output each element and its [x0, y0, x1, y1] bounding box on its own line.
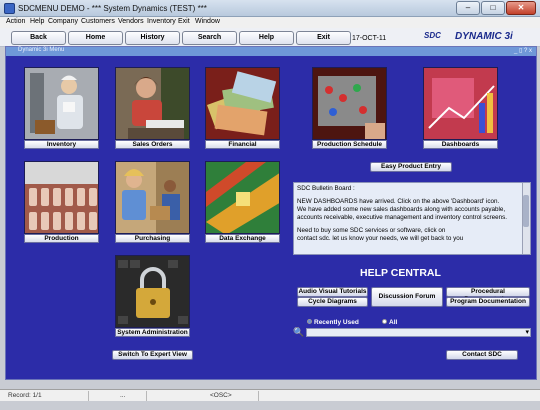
radio-dot: [307, 319, 312, 324]
menu-exit[interactable]: Exit: [178, 18, 190, 25]
money-icon: [206, 68, 279, 139]
exit-button[interactable]: Exit: [296, 31, 351, 45]
tile-label[interactable]: Financial: [205, 140, 280, 149]
subwindow-titlebar: Dynamic 3i Menu _ ▯ ? x: [6, 47, 536, 56]
dashboard-icon: [424, 68, 497, 139]
menu-inventory[interactable]: Inventory: [147, 18, 176, 25]
bulletin-scrollbar[interactable]: [522, 183, 530, 254]
current-date: 17-OCT-11: [352, 35, 387, 42]
cycle-diagrams-button[interactable]: Cycle Diagrams: [297, 297, 368, 307]
bulletin-line: Need to buy some SDC services or softwar…: [297, 227, 446, 234]
schedule-board-icon: [313, 68, 386, 139]
status-divider: [258, 391, 259, 401]
scroll-thumb[interactable]: [523, 195, 529, 227]
status-divider: [146, 391, 147, 401]
worker-icon: [25, 68, 98, 139]
window-titlebar: SDCMENU DEMO - *** System Dynamics (TEST…: [0, 0, 540, 17]
sdc-logo: SDC: [424, 31, 441, 40]
inventory-image[interactable]: [24, 67, 99, 140]
window-title: SDCMENU DEMO - *** System Dynamics (TEST…: [18, 4, 207, 13]
padlock-icon: [116, 256, 189, 327]
warehouse-workers-icon: [116, 162, 189, 233]
bulletin-heading: SDC Bulletin Board :: [297, 185, 355, 192]
menu-window[interactable]: Window: [195, 18, 220, 25]
help-button[interactable]: Help: [239, 31, 294, 45]
dynamic-logo: DYNAMIC 3i: [455, 31, 513, 42]
tile-label[interactable]: Data Exchange: [205, 234, 280, 243]
all-label: All: [389, 319, 398, 326]
chevron-down-icon[interactable]: ▾: [525, 328, 529, 336]
recently-used-radio[interactable]: Recently Used: [307, 319, 359, 326]
bottles-icon: [25, 162, 98, 233]
subwindow-controls[interactable]: _ ▯ ? x: [514, 47, 532, 54]
menu-vendors[interactable]: Vendors: [118, 18, 144, 25]
tile-label[interactable]: Inventory: [24, 140, 99, 149]
tile-label[interactable]: Sales Orders: [115, 140, 190, 149]
system-administration-image[interactable]: [115, 255, 190, 328]
sales-orders-image[interactable]: [115, 67, 190, 140]
radio-dot: [382, 319, 387, 324]
record-count: Record: 1/1: [8, 392, 42, 399]
close-button[interactable]: ✕: [506, 1, 536, 15]
bulletin-line: contact sdc. let us know your needs, we …: [297, 235, 464, 242]
program-documentation-button[interactable]: Program Documentation: [446, 297, 530, 307]
menu-bar: Action Help Company Customers Vendors In…: [0, 17, 540, 28]
tile-label[interactable]: Purchasing: [115, 234, 190, 243]
magnifier-icon[interactable]: 🔍: [293, 327, 304, 338]
home-button[interactable]: Home: [68, 31, 123, 45]
tile-label[interactable]: System Administration: [115, 328, 190, 337]
back-button[interactable]: Back: [11, 31, 66, 45]
contact-sdc-button[interactable]: Contact SDC: [446, 350, 518, 360]
financial-image[interactable]: [205, 67, 280, 140]
data-exchange-image[interactable]: [205, 161, 280, 234]
dashboards-image[interactable]: [423, 67, 498, 140]
switch-expert-view-button[interactable]: Switch To Expert View: [112, 350, 193, 360]
discussion-forum-button[interactable]: Discussion Forum: [371, 287, 443, 307]
production-schedule-image[interactable]: [312, 67, 387, 140]
purchasing-image[interactable]: [115, 161, 190, 234]
search-button[interactable]: Search: [182, 31, 237, 45]
menu-help[interactable]: Help: [30, 18, 44, 25]
sales-person-icon: [116, 68, 189, 139]
easy-product-entry-button[interactable]: Easy Product Entry: [370, 162, 452, 172]
status-bar: Record: 1/1 ... <OSC>: [0, 389, 540, 401]
bulletin-board: SDC Bulletin Board : NEW DASHBOARDS have…: [293, 182, 531, 255]
recent-items-select[interactable]: ▾: [306, 328, 531, 337]
maximize-button[interactable]: □: [481, 1, 505, 15]
procedural-documentation-button[interactable]: Procedural Documentation: [446, 287, 530, 303]
menu-customers[interactable]: Customers: [81, 18, 115, 25]
app-icon: [4, 3, 15, 14]
menu-company[interactable]: Company: [48, 18, 78, 25]
recently-used-label: Recently Used: [314, 319, 359, 326]
tile-label[interactable]: Production Schedule: [312, 140, 387, 149]
menu-action[interactable]: Action: [6, 18, 25, 25]
tile-label[interactable]: Dashboards: [423, 140, 498, 149]
production-image[interactable]: [24, 161, 99, 234]
subwindow-title: Dynamic 3i Menu: [18, 47, 65, 53]
bulletin-line: We have added some new sales dashboards …: [297, 206, 506, 213]
status-mode: <OSC>: [210, 392, 232, 399]
bulletin-line: accounts receivable, executive managemen…: [297, 214, 508, 221]
all-radio[interactable]: All: [382, 319, 397, 326]
data-exchange-icon: [206, 162, 279, 233]
tile-label[interactable]: Production: [24, 234, 99, 243]
status-divider: [88, 391, 89, 401]
help-central-title: HELP CENTRAL: [360, 267, 441, 279]
audio-visual-tutorials-button[interactable]: Audio Visual Tutorials: [297, 287, 368, 297]
status-dots: ...: [120, 392, 126, 399]
minimize-button[interactable]: –: [456, 1, 480, 15]
bulletin-line: NEW DASHBOARDS have arrived. Click on th…: [297, 198, 500, 205]
history-button[interactable]: History: [125, 31, 180, 45]
